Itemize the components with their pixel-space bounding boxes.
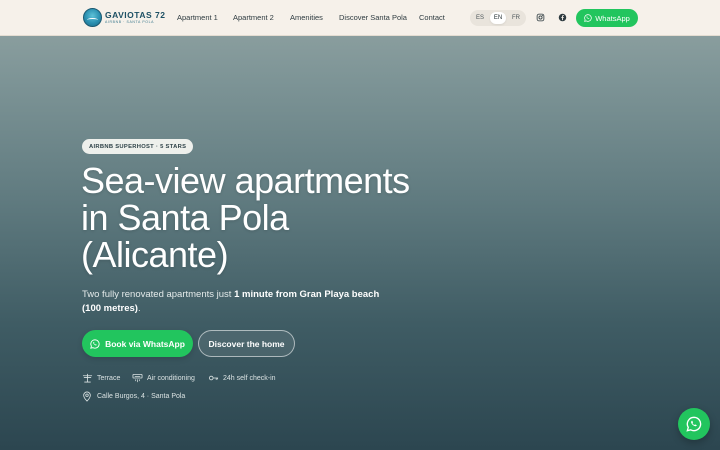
whatsapp-icon (686, 416, 702, 432)
feature-terrace-label: Terrace (97, 374, 121, 382)
logo[interactable]: GAVIOTAS 72 AIRBNB · SANTA POLA (83, 8, 165, 27)
whatsapp-icon (90, 338, 100, 349)
whatsapp-floating-button[interactable] (678, 408, 710, 440)
address: Calle Burgos, 4 · Santa Pola (82, 391, 185, 402)
lang-es-button[interactable]: ES (472, 12, 488, 24)
feature-air-conditioning-label: Air conditioning (147, 374, 195, 382)
hero-subtitle: Two fully renovated apartments just 1 mi… (82, 288, 382, 316)
language-switcher: ES EN FR (470, 10, 526, 26)
facebook-icon[interactable] (558, 13, 567, 22)
site-header: GAVIOTAS 72 AIRBNB · SANTA POLA Apartmen… (0, 0, 720, 36)
whatsapp-icon (584, 14, 592, 22)
nav-item-discover-santa-pola[interactable]: Discover Santa Pola (339, 13, 407, 22)
key-icon (209, 375, 219, 381)
logo-title: GAVIOTAS 72 (105, 9, 166, 20)
whatsapp-header-label: WhatsApp (595, 13, 630, 23)
instagram-icon[interactable] (536, 13, 545, 22)
feature-terrace: Terrace (82, 373, 120, 383)
discover-home-button[interactable]: Discover the home (198, 330, 295, 357)
hero-title: Sea-view apartments in Santa Pola (Alica… (81, 160, 410, 275)
discover-home-label: Discover the home (208, 338, 285, 349)
nav-item-amenities[interactable]: Amenities (290, 13, 323, 22)
book-via-whatsapp-button[interactable]: Book via WhatsApp (82, 330, 193, 357)
lang-fr-button[interactable]: FR (508, 12, 524, 24)
nav-item-apartment-1[interactable]: Apartment 1 (177, 13, 218, 22)
air-conditioning-icon (132, 373, 143, 383)
superhost-badge: AIRBNB SUPERHOST · 5 STARS (82, 139, 194, 154)
location-pin-icon (83, 391, 91, 402)
address-text: Calle Burgos, 4 · Santa Pola (97, 393, 186, 400)
nav-item-contact[interactable]: Contact (419, 13, 445, 22)
feature-self-check-in-label: 24h self check-in (223, 374, 276, 382)
whatsapp-header-button[interactable]: WhatsApp (576, 9, 638, 27)
logo-subtitle: AIRBNB · SANTA POLA (105, 20, 155, 24)
terrace-icon (82, 373, 93, 383)
logo-icon (83, 8, 102, 27)
lang-en-button[interactable]: EN (490, 12, 506, 24)
hero-subtitle-text: Two fully renovated apartments just (82, 289, 235, 300)
hero-subtitle-end: . (137, 303, 141, 314)
feature-air-conditioning: Air conditioning (132, 373, 195, 383)
book-via-whatsapp-label: Book via WhatsApp (105, 338, 185, 349)
nav-item-apartment-2[interactable]: Apartment 2 (233, 13, 274, 22)
feature-self-check-in: 24h self check-in (208, 373, 276, 383)
